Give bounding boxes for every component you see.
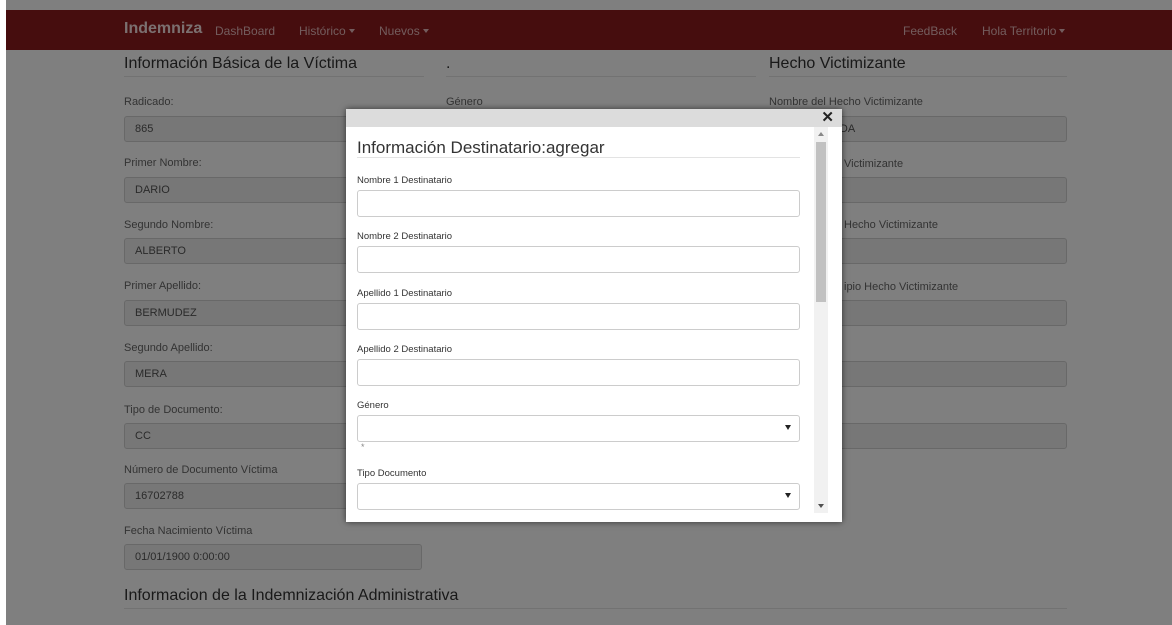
required-marker: * [361, 442, 365, 452]
label-apellido2-destinatario: Apellido 2 Destinatario [357, 344, 453, 355]
modal-titlebar: ✕ [346, 109, 842, 127]
modal-title-divider [357, 157, 800, 158]
chevron-down-icon [785, 425, 791, 430]
close-icon[interactable]: ✕ [821, 110, 834, 125]
nombre1-destinatario-input[interactable] [357, 190, 800, 217]
label-apellido1-destinatario: Apellido 1 Destinatario [357, 288, 453, 299]
tipo-documento-select[interactable] [357, 483, 800, 510]
apellido1-destinatario-input[interactable] [357, 303, 800, 330]
app-frame: Indemniza DashBoard Histórico Nuevos Fee… [6, 0, 1172, 625]
label-genero-destinatario: Género [357, 400, 389, 411]
label-nombre1-destinatario: Nombre 1 Destinatario [357, 175, 453, 186]
chevron-down-icon [785, 493, 791, 498]
nombre2-destinatario-input[interactable] [357, 246, 800, 273]
genero-select[interactable] [357, 415, 800, 442]
scrollbar-thumb[interactable] [816, 142, 826, 302]
modal-scrollbar[interactable] [814, 127, 828, 513]
scroll-up-arrow-icon[interactable] [818, 132, 824, 136]
apellido2-destinatario-input[interactable] [357, 359, 800, 386]
recipient-modal: ✕ Información Destinatario:agregar Nombr… [346, 109, 842, 522]
modal-body: Información Destinatario:agregar Nombre … [346, 127, 822, 513]
scroll-down-arrow-icon[interactable] [818, 504, 824, 508]
label-nombre2-destinatario: Nombre 2 Destinatario [357, 231, 453, 242]
modal-title: Información Destinatario:agregar [357, 138, 605, 157]
label-tipo-documento-destinatario: Tipo Documento [357, 468, 427, 479]
